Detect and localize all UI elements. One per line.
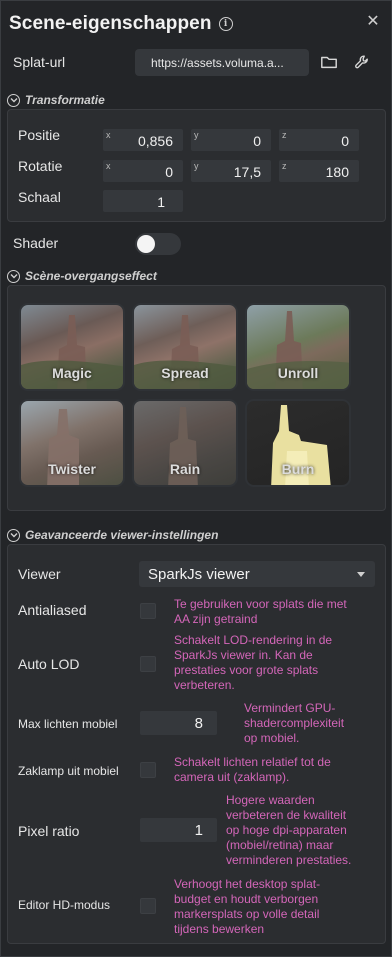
transform-section-header[interactable]: Transformatie xyxy=(7,92,105,108)
rotation-label: Rotatie xyxy=(18,158,63,174)
rotation-z-field[interactable]: z 180 xyxy=(279,160,359,182)
pixel-ratio-input[interactable]: 1 xyxy=(140,818,217,842)
effect-unroll-thumb[interactable]: Unroll xyxy=(245,303,351,391)
splat-url-field[interactable]: https://assets.voluma.a... xyxy=(135,49,309,76)
viewer-select-value: SparkJs viewer xyxy=(148,566,250,583)
position-z-field[interactable]: z0 xyxy=(279,129,359,151)
editor-hd-hint: Verhoogt het desktop splat-budget en hou… xyxy=(174,877,321,936)
transform-section-title: Transformatie xyxy=(25,93,105,107)
antialiased-label: Antialiased xyxy=(18,602,87,618)
toggle-knob xyxy=(137,235,155,253)
advanced-section-title: Geavanceerde viewer-instellingen xyxy=(25,528,219,542)
transform-box: Positie Rotatie Schaal x 0,856 y0 z0 x0 y… xyxy=(7,109,386,222)
editor-hd-checkbox[interactable] xyxy=(140,898,156,914)
max-lights-hint: Vermindert GPU-shadercomplexiteit op mobi… xyxy=(244,701,345,745)
pixel-ratio-label: Pixel ratio xyxy=(18,823,80,839)
scale-field[interactable]: 1 xyxy=(103,190,183,212)
panel-title: Scene-eigenschappen xyxy=(9,13,212,34)
effect-magic-thumb[interactable]: Magic xyxy=(19,303,125,391)
auto-lod-hint: Schakelt LOD-rendering in de SparkJs view… xyxy=(174,633,333,692)
folder-icon[interactable] xyxy=(318,51,340,73)
chevron-down-icon xyxy=(7,528,20,542)
splat-url-label: Splat-url xyxy=(13,54,66,70)
effect-rain-thumb[interactable]: Rain xyxy=(132,399,238,487)
flashlight-label: Zaklamp uit mobiel xyxy=(18,764,119,778)
close-icon[interactable]: ✕ xyxy=(365,14,381,30)
effect-spread-label: Spread xyxy=(161,365,209,381)
advanced-section-header[interactable]: Geavanceerde viewer-instellingen xyxy=(7,527,218,543)
transitions-box: Magic Spread Unroll Twister Rain Burn xyxy=(7,285,386,511)
position-x-field[interactable]: x 0,856 xyxy=(103,129,183,151)
effect-twister-thumb[interactable]: Twister xyxy=(19,399,125,487)
shader-toggle[interactable] xyxy=(135,233,181,255)
max-lights-label: Max lichten mobiel xyxy=(18,717,118,731)
shader-label: Shader xyxy=(13,235,59,251)
transitions-section-title: Scène-overgangseffect xyxy=(25,269,157,283)
flashlight-checkbox[interactable] xyxy=(140,762,156,778)
position-y-field[interactable]: y0 xyxy=(191,129,271,151)
effect-burn-label: Burn xyxy=(281,461,315,477)
max-lights-input[interactable]: 8 xyxy=(140,711,217,735)
viewer-select[interactable]: SparkJs viewer xyxy=(139,561,375,587)
scene-properties-panel: Scene-eigenschappen i ✕ Splat-url https:… xyxy=(0,0,392,957)
scale-label: Schaal xyxy=(18,189,61,205)
position-label: Positie xyxy=(18,127,61,143)
panel-header: Scene-eigenschappen i xyxy=(9,11,233,37)
auto-lod-label: Auto LOD xyxy=(18,656,80,672)
chevron-down-icon xyxy=(7,269,20,283)
flashlight-hint: Schakelt lichten relatief tot de camera u… xyxy=(174,755,331,784)
effect-magic-label: Magic xyxy=(52,365,92,381)
antialiased-checkbox[interactable] xyxy=(140,603,156,619)
rotation-x-field[interactable]: x0 xyxy=(103,160,183,182)
effect-twister-label: Twister xyxy=(48,461,96,477)
wrench-icon[interactable] xyxy=(351,51,373,73)
info-icon[interactable]: i xyxy=(218,17,233,31)
effect-rain-label: Rain xyxy=(169,461,201,477)
effect-spread-thumb[interactable]: Spread xyxy=(132,303,238,391)
effect-unroll-label: Unroll xyxy=(277,365,319,381)
transitions-section-header[interactable]: Scène-overgangseffect xyxy=(7,268,157,284)
effect-burn-thumb[interactable]: Burn xyxy=(245,399,351,487)
pixel-ratio-hint: Hogere waarden verbeteren de kwaliteit op … xyxy=(226,793,352,867)
antialiased-hint: Te gebruiken voor splats die met AA zijn … xyxy=(174,597,347,626)
chevron-down-icon xyxy=(7,93,20,107)
rotation-y-field[interactable]: y 17,5 xyxy=(191,160,271,182)
auto-lod-checkbox[interactable] xyxy=(140,656,156,672)
chevron-down-icon xyxy=(357,572,365,577)
viewer-label: Viewer xyxy=(18,566,61,582)
editor-hd-label: Editor HD-modus xyxy=(18,898,111,912)
